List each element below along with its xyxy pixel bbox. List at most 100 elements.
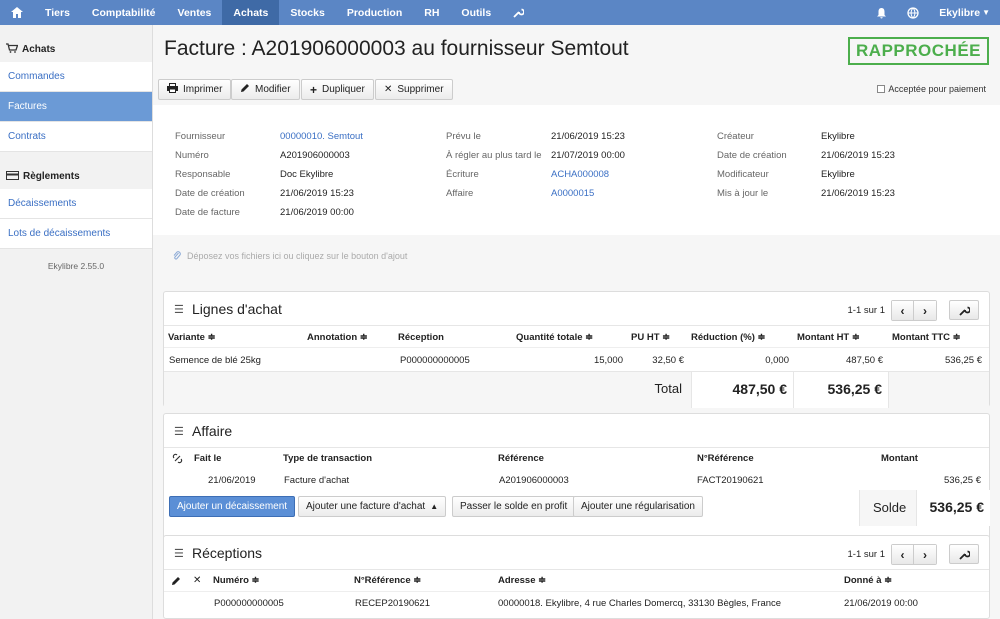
duplicate-button[interactable]: + Dupliquer [301, 79, 374, 100]
detail-label: Responsable [175, 169, 231, 180]
total-ht-cell: 487,50 € [691, 372, 794, 408]
caret-down-icon: ▲ [430, 502, 439, 511]
affair-panel: ☰ Affaire Fait le Type de transaction Ré… [163, 413, 990, 550]
add-regularization-button[interactable]: Ajouter une régularisation [573, 496, 703, 517]
affair-link[interactable]: A0000015 [551, 188, 594, 199]
user-name: Ekylibre [939, 6, 981, 19]
sidebar-item-commandes[interactable]: Commandes [0, 62, 152, 92]
panel-header: ☰ Lignes d'achat 1-1 sur 1 ‹ › [164, 292, 989, 326]
app-version: Ekylibre 2.55.0 [47, 261, 105, 271]
unlink-icon[interactable] [172, 453, 183, 467]
edit-button[interactable]: Modifier [231, 79, 300, 100]
delete-button[interactable]: ✕ Supprimer [375, 79, 453, 100]
sidebar-item-decaissements[interactable]: Décaissements [0, 189, 152, 219]
print-button[interactable]: Imprimer [158, 79, 232, 100]
column-header-montant: Montant [881, 453, 918, 464]
chevron-right-icon[interactable]: › [914, 301, 936, 320]
total-ttc: 536,25 € [827, 381, 883, 397]
total-label: Total [654, 381, 682, 396]
invoice-details: Fournisseur 00000010. Semtout Numéro A2019… [153, 105, 1000, 235]
reception-reference-link[interactable]: RECEP20190621 [355, 598, 430, 609]
file-dropzone[interactable]: Déposez vos fichiers ici ou cliquez sur … [153, 237, 1000, 279]
detail-value: Ekylibre [821, 169, 855, 180]
nav-production[interactable]: Production [336, 0, 413, 25]
balance-label: Solde [873, 500, 907, 515]
add-purchase-invoice-button[interactable]: Ajouter une facture d'achat ▲ [298, 496, 447, 517]
detail-value: 21/06/2019 15:23 [551, 131, 625, 142]
supplier-link[interactable]: 00000010. Semtout [280, 131, 363, 142]
purchase-lines-panel: ☰ Lignes d'achat 1-1 sur 1 ‹ › Variante … [163, 291, 990, 408]
balance-box: Solde 536,25 € [859, 490, 990, 526]
sidebar-item-contrats[interactable]: Contrats [0, 122, 152, 152]
nav-stocks[interactable]: Stocks [279, 0, 335, 25]
cell-date: 21/06/2019 [208, 475, 256, 486]
column-header-donne-a[interactable]: Donné à ≑ [844, 575, 892, 586]
bell-icon[interactable] [866, 0, 897, 25]
nav-rh[interactable]: RH [413, 0, 450, 25]
dropzone-text: Déposez vos fichiers ici ou cliquez sur … [187, 251, 408, 261]
add-disbursement-button[interactable]: Ajouter un décaissement [169, 496, 296, 517]
cell-montant-ht: 487,50 € [846, 355, 883, 366]
cell-type: Facture d'achat [284, 475, 350, 486]
wrench-icon[interactable] [502, 0, 535, 25]
money-icon [6, 170, 19, 183]
detail-label: À régler au plus tard le [446, 150, 542, 161]
reception-link[interactable]: P000000000005 [400, 355, 470, 366]
settings-wrench-button[interactable] [949, 544, 979, 564]
page-title: Facture : A201906000003 au fournisseur S… [164, 37, 629, 60]
reference-link[interactable]: A201906000003 [499, 475, 569, 486]
nav-ventes[interactable]: Ventes [167, 0, 223, 25]
nav-tiers[interactable]: Tiers [34, 0, 81, 25]
column-header-numero[interactable]: Numéro ≑ [213, 575, 260, 586]
column-header-quantite[interactable]: Quantité totale ≑ [516, 332, 593, 343]
close-icon: ✕ [384, 84, 393, 95]
printer-icon [167, 83, 178, 96]
delete-label: Supprimer [397, 84, 444, 95]
column-header-annotation[interactable]: Annotation ≑ [307, 332, 368, 343]
balance-profit-button[interactable]: Passer le solde en profit [452, 496, 576, 517]
reception-number-link[interactable]: P000000000005 [214, 598, 284, 609]
sidebar: Achats Commandes Factures Contrats Règle… [0, 25, 153, 619]
print-label: Imprimer [183, 84, 223, 95]
column-header-reduction[interactable]: Réduction (%) ≑ [691, 332, 765, 343]
nav-comptabilite[interactable]: Comptabilité [81, 0, 167, 25]
chevron-left-icon[interactable]: ‹ [892, 545, 914, 564]
top-navbar: Tiers Comptabilité Ventes Achats Stocks … [0, 0, 1000, 25]
duplicate-label: Dupliquer [322, 84, 365, 95]
nav-outils[interactable]: Outils [450, 0, 502, 25]
column-header-pu-ht[interactable]: PU HT ≑ [631, 332, 670, 343]
cell-montant: 536,25 € [944, 475, 981, 486]
column-header-montant-ttc[interactable]: Montant TTC ≑ [892, 332, 961, 343]
sidebar-item-factures[interactable]: Factures [0, 92, 152, 122]
status-badge: RAPPROCHÉE [848, 37, 989, 65]
column-header-n-reference: N°Référence [697, 453, 754, 464]
accept-payment-checkbox[interactable]: Acceptée pour paiement [877, 84, 986, 94]
journal-entry-link[interactable]: ACHA000008 [551, 169, 609, 180]
detail-value: 21/06/2019 15:23 [280, 188, 354, 199]
column-header-adresse[interactable]: Adresse ≑ [498, 575, 546, 586]
detail-value: Doc Ekylibre [280, 169, 334, 180]
pager: 1-1 sur 1 ‹ › [848, 300, 937, 321]
toolbar: Imprimer Modifier + Dupliquer ✕ Supprime… [153, 73, 1000, 103]
nav-achats[interactable]: Achats [222, 0, 280, 25]
user-menu[interactable]: Ekylibre ▼ [929, 0, 1000, 25]
detail-label: Date de création [175, 188, 245, 199]
list-icon: ☰ [174, 548, 184, 560]
home-icon[interactable] [0, 0, 34, 25]
column-header-n-reference[interactable]: N°Référence ≑ [354, 575, 421, 586]
column-header-fait-le: Fait le [194, 453, 222, 464]
variant-link[interactable]: Semence de blé 25kg [169, 355, 261, 366]
detail-label: Fournisseur [175, 131, 226, 142]
chevron-left-icon[interactable]: ‹ [892, 301, 914, 320]
sidebar-item-lots-decaissements[interactable]: Lots de décaissements [0, 219, 152, 249]
sidebar-section-achats: Achats [0, 37, 152, 62]
column-header-variante[interactable]: Variante ≑ [168, 332, 216, 343]
total-row: Total 487,50 € 536,25 € [164, 371, 989, 408]
close-icon: ✕ [193, 575, 202, 586]
chevron-right-icon[interactable]: › [914, 545, 936, 564]
globe-icon[interactable] [897, 0, 929, 25]
checkbox-box[interactable] [877, 85, 886, 93]
total-ht: 487,50 € [732, 381, 788, 397]
column-header-montant-ht[interactable]: Montant HT ≑ [797, 332, 860, 343]
settings-wrench-button[interactable] [949, 300, 979, 320]
